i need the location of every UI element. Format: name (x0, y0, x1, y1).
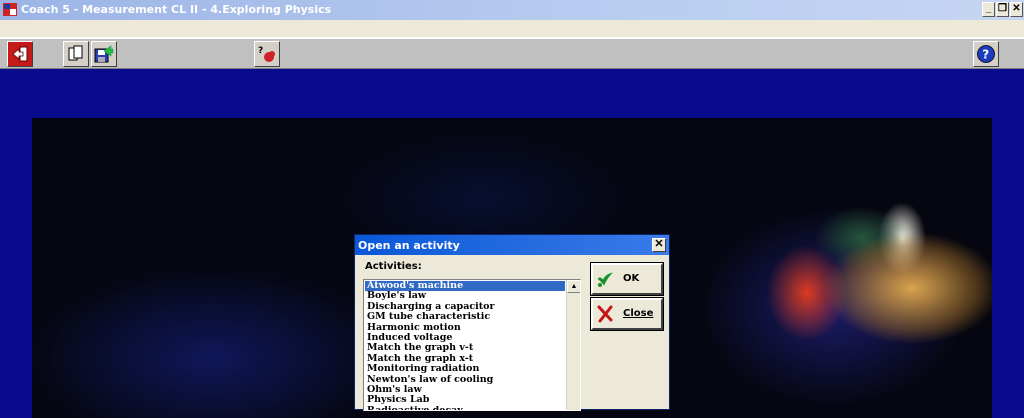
open-activity-dialog: Open an activity ✕ Activities: Atwood's … (354, 234, 670, 411)
question-pointer-icon: ? (258, 46, 275, 62)
documents-button[interactable] (63, 41, 89, 67)
window-title: Coach 5 - Measurement CL II - 4.Explorin… (21, 3, 332, 16)
list-scrollbar[interactable]: ▲ (566, 280, 580, 410)
save-button[interactable] (91, 41, 117, 67)
ok-button[interactable]: OK (590, 262, 664, 296)
ok-label: OK (623, 273, 640, 284)
checkmark-icon (597, 272, 613, 287)
activity-list-item[interactable]: GM tube characteristic (365, 311, 565, 322)
activity-list-item[interactable]: Radioactive decay (365, 405, 565, 410)
app-flag-icon (3, 3, 17, 16)
exit-button[interactable] (7, 41, 33, 67)
activities-list[interactable]: Atwood's machine Boyle's law Discharging a… (363, 279, 581, 411)
save-icon (94, 45, 114, 63)
help-icon: ? (977, 45, 995, 63)
documents-icon (68, 45, 83, 61)
main-toolbar: ? ? (0, 38, 1024, 69)
activities-label: Activities: (365, 261, 422, 272)
window-titlebar[interactable]: Coach 5 - Measurement CL II - 4.Explorin… (0, 0, 1024, 20)
dialog-close-button[interactable]: ✕ (652, 238, 666, 252)
close-label: Close (623, 308, 654, 319)
dialog-title: Open an activity (358, 239, 460, 252)
activity-list-item[interactable]: Monitoring radiation (365, 363, 565, 374)
exit-door-icon (12, 46, 28, 62)
scroll-up-button[interactable]: ▲ (567, 280, 580, 293)
dialog-titlebar[interactable]: Open an activity ✕ (355, 235, 669, 255)
svg-text:?: ? (258, 46, 263, 56)
context-help-button[interactable]: ? (254, 41, 280, 67)
restore-button[interactable]: ❐ (996, 2, 1009, 17)
minimize-button[interactable]: _ (982, 2, 995, 17)
cross-icon (597, 305, 613, 323)
svg-text:?: ? (982, 48, 989, 62)
close-window-button[interactable]: ✕ (1010, 2, 1023, 17)
activities-list-items: Atwood's machine Boyle's law Discharging a… (365, 280, 565, 410)
close-button[interactable]: Close (590, 297, 664, 331)
menu-bar (0, 20, 1024, 38)
help-button[interactable]: ? (973, 41, 999, 67)
